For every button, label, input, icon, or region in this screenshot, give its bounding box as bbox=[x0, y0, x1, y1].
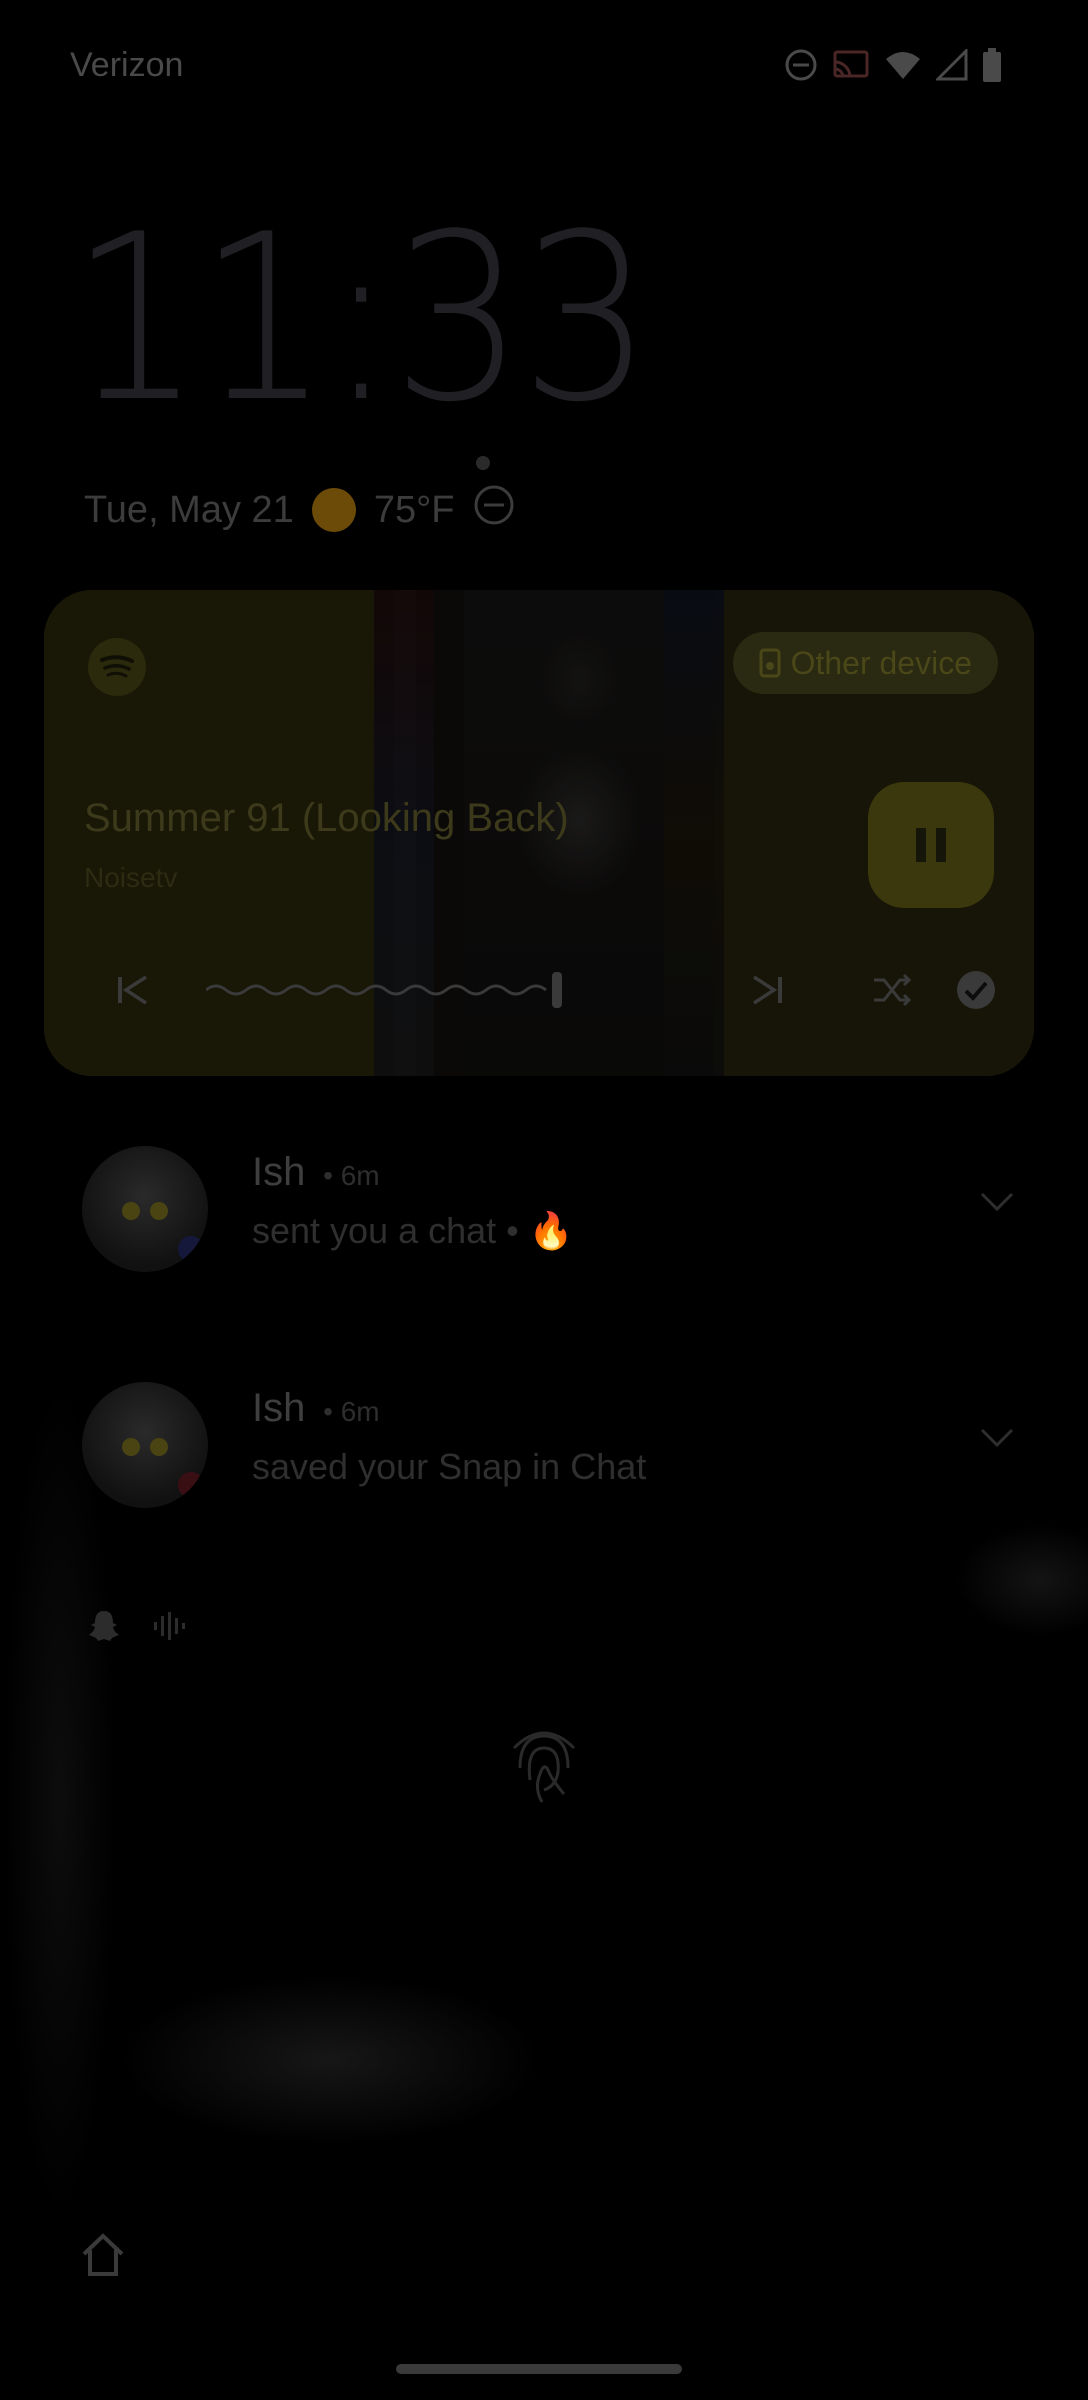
check-circle-icon bbox=[957, 971, 995, 1009]
status-icons bbox=[784, 48, 1002, 82]
snapchat-badge-icon bbox=[178, 1472, 204, 1498]
media-player-card[interactable]: Other device Summer 91 (Looking Back) No… bbox=[44, 590, 1034, 1076]
avatar bbox=[82, 1146, 208, 1272]
lockscreen-clock: 11:33 bbox=[70, 186, 652, 453]
saved-button[interactable] bbox=[946, 960, 1006, 1020]
notification-text: saved your Snap in Chat bbox=[252, 1446, 647, 1487]
shuffle-icon bbox=[874, 973, 912, 1007]
home-icon[interactable] bbox=[78, 2230, 128, 2280]
previous-button[interactable] bbox=[102, 960, 162, 1020]
spotify-icon bbox=[88, 638, 146, 696]
date-label: Tue, May 21 bbox=[84, 488, 294, 531]
sun-icon bbox=[311, 488, 356, 532]
pause-icon bbox=[916, 828, 926, 862]
seek-bar[interactable] bbox=[206, 970, 566, 1010]
track-title: Summer 91 (Looking Back) bbox=[84, 796, 569, 840]
notification-sender: Ish bbox=[252, 1386, 306, 1430]
notification-text: sent you a chat • 🔥 bbox=[252, 1210, 574, 1251]
media-page-indicator bbox=[476, 456, 490, 470]
notification-sender: Ish bbox=[252, 1150, 306, 1194]
pause-button[interactable] bbox=[868, 782, 994, 908]
chevron-down-icon[interactable] bbox=[972, 1418, 1022, 1458]
snapchat-icon bbox=[89, 1611, 119, 1641]
wifi-icon bbox=[884, 49, 922, 81]
date-weather-row[interactable]: Tue, May 21 75°F bbox=[84, 484, 515, 536]
cast-icon bbox=[832, 49, 870, 81]
signal-icon bbox=[936, 49, 968, 81]
track-artist: Noisetv bbox=[84, 862, 178, 893]
skip-next-icon bbox=[753, 975, 782, 1005]
notification-item[interactable]: Ish • 6m saved your Snap in Chat bbox=[82, 1382, 1022, 1512]
fingerprint-icon[interactable] bbox=[504, 1718, 584, 1808]
gesture-nav-handle[interactable] bbox=[396, 2364, 682, 2374]
next-button[interactable] bbox=[738, 960, 798, 1020]
battery-icon bbox=[982, 48, 1002, 82]
audio-wave-icon bbox=[154, 1612, 185, 1640]
notification-item[interactable]: Ish • 6m sent you a chat • 🔥 bbox=[82, 1146, 1022, 1276]
skip-previous-icon bbox=[118, 975, 147, 1005]
shuffle-button[interactable] bbox=[862, 960, 922, 1020]
carrier-label: Verizon bbox=[70, 46, 184, 84]
do-not-disturb-icon bbox=[473, 484, 515, 536]
notification-app-icons bbox=[86, 1608, 186, 1644]
notification-time: 6m bbox=[340, 1160, 380, 1191]
snapchat-badge-icon bbox=[178, 1236, 204, 1262]
output-device-chip[interactable]: Other device bbox=[732, 632, 998, 694]
temperature-label: 75°F bbox=[373, 488, 455, 531]
status-bar: Verizon bbox=[0, 0, 1088, 134]
output-device-label: Other device bbox=[790, 644, 972, 681]
notification-time: 6m bbox=[340, 1396, 380, 1427]
speaker-icon bbox=[759, 648, 781, 678]
avatar bbox=[82, 1382, 208, 1508]
do-not-disturb-icon bbox=[784, 48, 818, 82]
chevron-down-icon[interactable] bbox=[972, 1182, 1022, 1222]
media-controls bbox=[44, 960, 1034, 1030]
